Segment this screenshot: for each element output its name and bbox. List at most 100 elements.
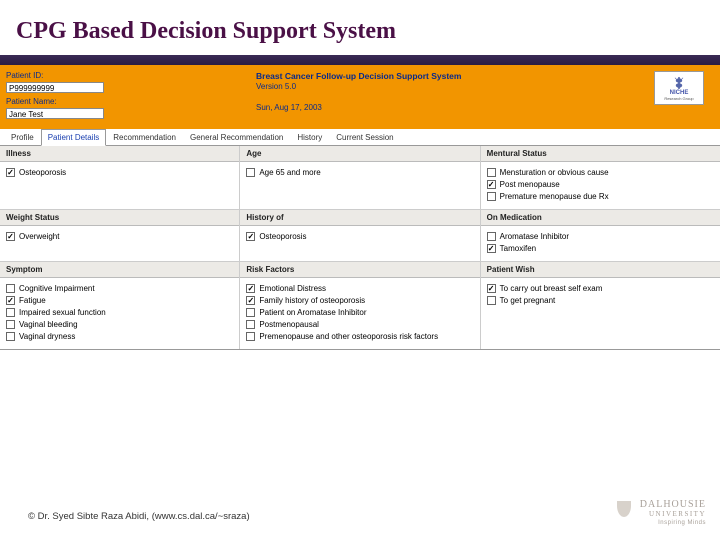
checkbox[interactable] [6,168,15,177]
section-mentural-status: Mentural StatusMensturation or obvious c… [480,146,720,209]
option-row: Aromatase Inhibitor [487,231,714,242]
checkbox[interactable] [487,180,496,189]
patient-details-pane: Illness Osteoporosis Age Age 65 and more M… [0,146,720,350]
header-center: Breast Cancer Follow-up Decision Support… [256,71,654,123]
tab-general-recommendation[interactable]: General Recommendation [183,129,290,145]
decorative-bar [0,55,720,65]
slide-title: CPG Based Decision Support System [0,0,720,55]
option-label: Mensturation or obvious cause [500,167,609,178]
section-header: Illness [0,146,239,162]
section-symptom: Symptom Cognitive ImpairmentFatigueImpair… [0,262,239,349]
checkbox[interactable] [246,296,255,305]
checkbox[interactable] [246,308,255,317]
slide-footer: © Dr. Syed Sibte Raza Abidi, (www.cs.dal… [28,511,250,522]
section-body: Emotional DistressFamily history of oste… [240,278,479,349]
option-label: Post menopause [500,179,560,190]
option-row: To carry out breast self exam [487,283,714,294]
option-label: Family history of osteoporosis [259,295,365,306]
option-row: Emotional Distress [246,283,473,294]
patient-name-input[interactable]: Jane Test [6,108,104,119]
section-header: On Medication [481,210,720,226]
option-row: Overweight [6,231,233,242]
tab-recommendation[interactable]: Recommendation [106,129,183,145]
option-row: Family history of osteoporosis [246,295,473,306]
option-row: Cognitive Impairment [6,283,233,294]
tab-history[interactable]: History [290,129,329,145]
checkbox[interactable] [246,284,255,293]
option-label: To get pregnant [500,295,556,306]
section-header: History of [240,210,479,226]
section-header: Age [240,146,479,162]
option-row: Premature menopause due Rx [487,191,714,202]
option-row: Premenopause and other osteoporosis risk… [246,331,473,342]
section-body: Aromatase InhibitorTamoxifen [481,226,720,261]
checkbox[interactable] [246,320,255,329]
dal-name-top: DALHOUSIE [640,499,706,510]
section-body: Mensturation or obvious causePost menopa… [481,162,720,209]
section-on-medication: On MedicationAromatase InhibitorTamoxife… [480,210,720,261]
option-row: Post menopause [487,179,714,190]
dal-tagline: Inspiring Minds [617,520,706,526]
option-row: Vaginal bleeding [6,319,233,330]
checkbox[interactable] [487,296,496,305]
app-version: Version 5.0 [256,82,654,91]
checkbox[interactable] [246,332,255,341]
section-header: Mentural Status [481,146,720,162]
option-label: Fatigue [19,295,46,306]
option-label: Osteoporosis [259,231,306,242]
logo-subtext: Research Group [664,96,693,101]
option-row: Postmenopausal [246,319,473,330]
row-3: Symptom Cognitive ImpairmentFatigueImpair… [0,262,720,349]
option-label: Premenopause and other osteoporosis risk… [259,331,438,342]
checkbox[interactable] [487,284,496,293]
option-row: Mensturation or obvious cause [487,167,714,178]
checkbox[interactable] [6,308,15,317]
section-header: Symptom [0,262,239,278]
checkbox[interactable] [6,320,15,329]
checkbox[interactable] [6,232,15,241]
option-label: Impaired sexual function [19,307,106,318]
option-row: Impaired sexual function [6,307,233,318]
option-label: Postmenopausal [259,319,319,330]
checkbox[interactable] [6,296,15,305]
option-row: Osteoporosis [6,167,233,178]
row-1: Illness Osteoporosis Age Age 65 and more M… [0,146,720,210]
section-body: To carry out breast self examTo get preg… [481,278,720,313]
checkbox[interactable] [487,192,496,201]
option-row: Age 65 and more [246,167,473,178]
checkbox[interactable] [246,168,255,177]
checkbox[interactable] [487,232,496,241]
section-age: Age Age 65 and more [239,146,479,209]
dal-name-bot: UNIVERSITY [640,510,706,518]
checkbox[interactable] [487,168,496,177]
section-weight-status: Weight Status Overweight [0,210,239,261]
checkbox[interactable] [487,244,496,253]
tab-current-session[interactable]: Current Session [329,129,400,145]
option-row: Patient on Aromatase Inhibitor [246,307,473,318]
option-label: Patient on Aromatase Inhibitor [259,307,366,318]
header-left: Patient ID: P999999999 Patient Name: Jan… [6,71,256,123]
patient-id-label: Patient ID: [6,71,256,80]
tab-bar: ProfilePatient DetailsRecommendationGene… [0,129,720,146]
section-header: Weight Status [0,210,239,226]
option-label: Vaginal bleeding [19,319,78,330]
tab-patient-details[interactable]: Patient Details [41,129,107,146]
checkbox[interactable] [6,332,15,341]
section-risk-factors: Risk FactorsEmotional DistressFamily his… [239,262,479,349]
patient-id-input[interactable]: P999999999 [6,82,104,93]
section-body: Osteoporosis [240,226,479,249]
option-label: Aromatase Inhibitor [500,231,569,242]
option-label: Premature menopause due Rx [500,191,609,202]
caduceus-icon [672,76,686,90]
tab-profile[interactable]: Profile [4,129,41,145]
patient-name-label: Patient Name: [6,97,256,106]
option-row: Fatigue [6,295,233,306]
shield-icon [617,501,631,517]
option-label: Overweight [19,231,59,242]
checkbox[interactable] [246,232,255,241]
section-body: Osteoporosis [0,162,239,185]
option-row: To get pregnant [487,295,714,306]
section-header: Risk Factors [240,262,479,278]
checkbox[interactable] [6,284,15,293]
section-body: Overweight [0,226,239,249]
